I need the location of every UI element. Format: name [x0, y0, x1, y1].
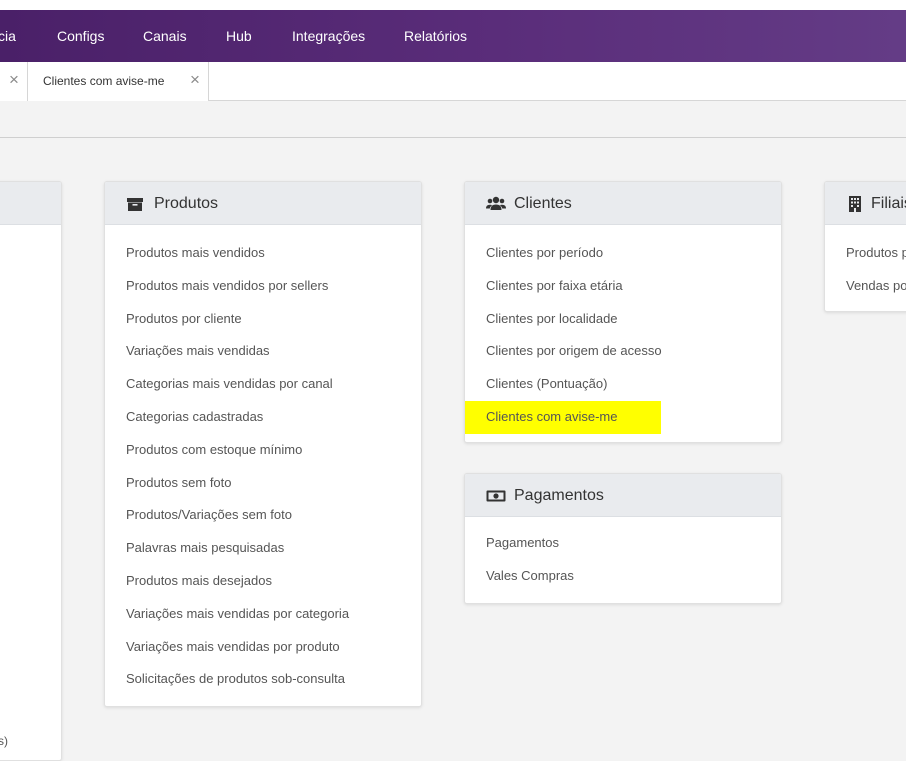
nav-item-integracoes[interactable]: Integrações [292, 10, 365, 62]
close-icon[interactable]: × [9, 62, 19, 100]
building-icon [849, 196, 861, 212]
card-clientes: Clientes Clientes por período Clientes p… [464, 181, 782, 443]
report-link[interactable]: Variações mais vendidas por produto [105, 631, 421, 664]
report-link[interactable]: Clientes por localidade [465, 303, 781, 336]
nav-item-canais[interactable]: Canais [143, 10, 187, 62]
card-title: Pagamentos [514, 487, 604, 504]
card-header [0, 182, 61, 225]
tab-previous[interactable]: × [0, 62, 28, 101]
report-link[interactable]: Clientes por origem de acesso [465, 335, 781, 368]
report-link[interactable]: Produtos mais vendidos por sellers [105, 270, 421, 303]
close-icon[interactable]: × [190, 62, 200, 100]
report-link[interactable]: Produtos mais vendidos [105, 237, 421, 270]
report-link[interactable]: Variações mais vendidas [105, 335, 421, 368]
card-header: Filiais [825, 182, 906, 225]
nav-item-configs[interactable]: Configs [57, 10, 104, 62]
report-list: Pagamentos Vales Compras [465, 527, 781, 593]
report-link[interactable]: Clientes (Pontuação) [465, 368, 781, 401]
report-link[interactable]: Clientes por faixa etária [465, 270, 781, 303]
report-list: Produtos p Vendas po [825, 237, 906, 303]
nav-item-partial[interactable]: cia [0, 10, 16, 62]
nav-item-hub[interactable]: Hub [226, 10, 252, 62]
report-link[interactable]: Categorias cadastradas [105, 401, 421, 434]
main-navbar: cia Configs Canais Hub Integrações Relat… [0, 10, 906, 62]
tab-clientes-com-avise-me[interactable]: Clientes com avise-me × [28, 62, 209, 101]
report-link[interactable]: Produtos com estoque mínimo [105, 434, 421, 467]
card-left-partial [0, 181, 62, 761]
report-link[interactable]: Produtos sem foto [105, 467, 421, 500]
card-header: Produtos [105, 182, 421, 225]
card-header: Pagamentos [465, 474, 781, 517]
report-link[interactable]: Produtos mais desejados [105, 565, 421, 598]
report-link[interactable]: Vendas po [825, 270, 906, 303]
tab-bar: × Clientes com avise-me × [0, 62, 906, 101]
report-link[interactable]: Variações mais vendidas por categoria [105, 598, 421, 631]
report-link-highlighted[interactable]: Clientes com avise-me [465, 400, 661, 434]
tab-label: Clientes com avise-me [43, 74, 165, 88]
card-pagamentos: Pagamentos Pagamentos Vales Compras [464, 473, 782, 604]
card-title: Filiais [871, 195, 906, 212]
report-link[interactable]: Palavras mais pesquisadas [105, 532, 421, 565]
archive-box-icon [127, 198, 143, 211]
divider [0, 137, 906, 138]
report-link[interactable]: Produtos por cliente [105, 303, 421, 336]
card-produtos: Produtos Produtos mais vendidos Produtos… [104, 181, 422, 707]
report-link[interactable]: Clientes por período [465, 237, 781, 270]
report-link[interactable]: Pagamentos [465, 527, 781, 560]
top-strip [0, 0, 906, 10]
users-icon [486, 196, 506, 210]
card-title: Produtos [154, 195, 219, 212]
money-bill-icon [486, 490, 506, 502]
card-filiais: Filiais Produtos p Vendas po [824, 181, 906, 312]
card-header: Clientes [465, 182, 781, 225]
report-link[interactable]: Produtos/Variações sem foto [105, 499, 421, 532]
nav-item-relatorios[interactable]: Relatórios [404, 10, 467, 62]
report-list: Clientes por período Clientes por faixa … [465, 237, 781, 434]
report-link[interactable]: Vales Compras [465, 560, 781, 593]
report-list: Produtos mais vendidos Produtos mais ven… [105, 237, 421, 696]
report-link[interactable]: Categorias mais vendidas por canal [105, 368, 421, 401]
card-title: Clientes [514, 195, 572, 212]
report-link[interactable]: Produtos p [825, 237, 906, 270]
report-link[interactable]: Solicitações de produtos sob-consulta [105, 663, 421, 696]
